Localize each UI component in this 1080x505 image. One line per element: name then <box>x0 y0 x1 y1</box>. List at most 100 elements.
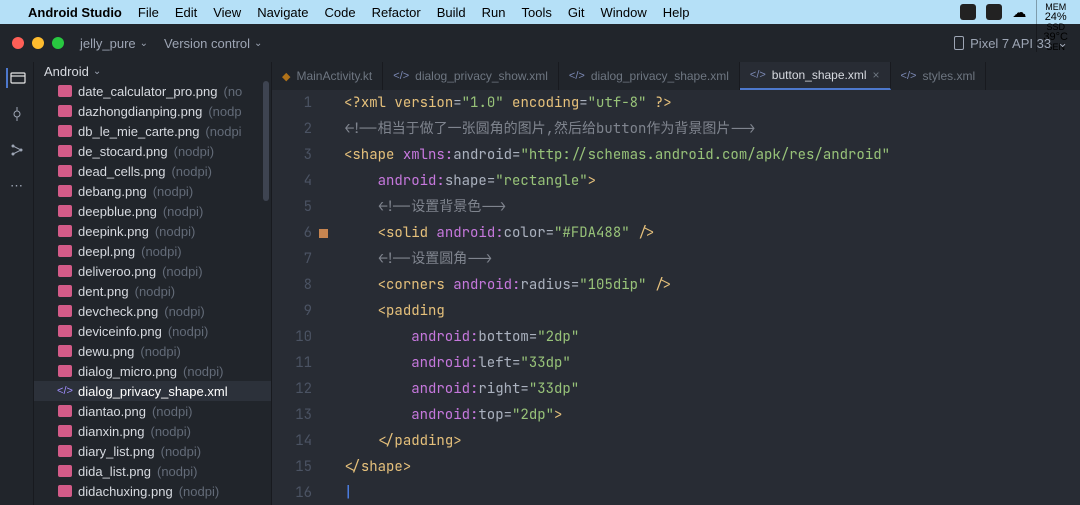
code-content[interactable]: <?xml version="1.0" encoding="utf-8" ?><… <box>344 90 1080 505</box>
commit-tool-button[interactable] <box>7 104 27 124</box>
app-name[interactable]: Android Studio <box>28 5 122 20</box>
file-tree[interactable]: date_calculator_pro.png (nodazhongdianpi… <box>34 81 271 505</box>
scrollbar[interactable] <box>263 81 269 201</box>
code-line[interactable]: <!--相当于做了一张圆角的图片,然后给button作为背景图片--> <box>344 116 1080 142</box>
code-line[interactable]: <shape xmlns:android="http://schemas.and… <box>344 142 1080 168</box>
file-row[interactable]: dent.png (nodpi) <box>34 281 271 301</box>
file-row[interactable]: dead_cells.png (nodpi) <box>34 161 271 181</box>
file-row[interactable]: didachuxing.png (nodpi) <box>34 481 271 501</box>
file-row[interactable]: deepl.png (nodpi) <box>34 241 271 261</box>
code-line[interactable]: <corners android:radius="105dip" /> <box>344 272 1080 298</box>
project-scope-dropdown[interactable]: Android ⌄ <box>34 62 271 81</box>
tray-icon[interactable] <box>960 4 976 20</box>
file-row[interactable]: dida_list.png (nodpi) <box>34 461 271 481</box>
macos-menu-item[interactable]: Run <box>482 5 506 20</box>
project-tool-button[interactable] <box>6 68 26 88</box>
code-line[interactable]: <!--设置圆角--> <box>344 246 1080 272</box>
macos-menu-item[interactable]: Navigate <box>257 5 308 20</box>
macos-menu-item[interactable]: Build <box>437 5 466 20</box>
macos-menu-item[interactable]: Window <box>600 5 646 20</box>
chevron-down-icon: ⌄ <box>1057 35 1068 51</box>
macos-menu-item[interactable]: Edit <box>175 5 197 20</box>
macos-menu-item[interactable]: Code <box>325 5 356 20</box>
code-line[interactable]: <padding <box>344 298 1080 324</box>
file-name: didachuxing.png <box>78 484 173 499</box>
macos-menu-item[interactable]: Git <box>568 5 585 20</box>
macos-menu-item[interactable]: File <box>138 5 159 20</box>
code-line[interactable]: </shape> <box>344 454 1080 480</box>
close-icon[interactable] <box>12 37 24 49</box>
tab-label: MainActivity.kt <box>296 69 372 83</box>
structure-tool-button[interactable] <box>7 140 27 160</box>
macos-menu-item[interactable]: View <box>213 5 241 20</box>
tray-icon[interactable] <box>986 4 1002 20</box>
editor-tab[interactable]: </>button_shape.xml× <box>740 62 891 90</box>
file-row[interactable]: date_calculator_pro.png (no <box>34 81 271 101</box>
macos-menu-item[interactable]: Refactor <box>372 5 421 20</box>
file-row[interactable]: deliveroo.png (nodpi) <box>34 261 271 281</box>
file-name: diary_list.png <box>78 444 155 459</box>
more-tool-button[interactable]: ⋯ <box>7 176 27 196</box>
file-row[interactable]: dewu.png (nodpi) <box>34 341 271 361</box>
editor-tab[interactable]: </>styles.xml <box>891 62 987 90</box>
file-qualifier: (nodpi) <box>141 244 181 259</box>
file-row[interactable]: </>dialog_privacy_shape.xml <box>34 381 271 401</box>
file-qualifier: (nodpi <box>205 124 241 139</box>
file-qualifier: (nodpi) <box>183 364 223 379</box>
editor-tab[interactable]: </>dialog_privacy_shape.xml <box>559 62 740 90</box>
editor-tab[interactable]: </>dialog_privacy_show.xml <box>383 62 559 90</box>
project-dropdown[interactable]: jelly_pure ⌄ <box>80 36 148 51</box>
editor-tab[interactable]: ◆MainActivity.kt <box>272 62 383 90</box>
file-qualifier: (nodpi) <box>151 424 191 439</box>
line-number: 5 <box>272 194 312 220</box>
file-qualifier: (nodpi) <box>162 264 202 279</box>
code-line[interactable]: <solid android:color="#FDA488" /> <box>344 220 1080 246</box>
macos-menu-item[interactable]: Tools <box>522 5 552 20</box>
chevron-down-icon: ⌄ <box>140 38 148 49</box>
image-icon <box>58 445 72 457</box>
macos-menu-item[interactable]: Help <box>663 5 690 20</box>
vcs-dropdown[interactable]: Version control ⌄ <box>164 36 262 51</box>
code-line[interactable]: android:left="33dp" <box>344 350 1080 376</box>
tab-label: button_shape.xml <box>772 68 867 82</box>
device-selector[interactable]: Pixel 7 API 33 ⌄ <box>954 35 1068 51</box>
code-line[interactable]: android:bottom="2dp" <box>344 324 1080 350</box>
code-line[interactable]: android:shape="rectangle"> <box>344 168 1080 194</box>
file-row[interactable]: diantao.png (nodpi) <box>34 401 271 421</box>
ide-titlebar: jelly_pure ⌄ Version control ⌄ Pixel 7 A… <box>0 24 1080 62</box>
image-icon <box>58 225 72 237</box>
file-row[interactable]: dialog_micro.png (nodpi) <box>34 361 271 381</box>
code-line[interactable]: android:top="2dp"> <box>344 402 1080 428</box>
file-row[interactable]: deviceinfo.png (nodpi) <box>34 321 271 341</box>
line-number: 8 <box>272 272 312 298</box>
file-row[interactable]: diary_list.png (nodpi) <box>34 441 271 461</box>
device-name: Pixel 7 API 33 <box>970 36 1051 51</box>
maximize-icon[interactable] <box>52 37 64 49</box>
file-row[interactable]: dianxin.png (nodpi) <box>34 421 271 441</box>
line-number: 13 <box>272 402 312 428</box>
image-icon <box>58 245 72 257</box>
file-row[interactable]: dazhongdianping.png (nodp <box>34 101 271 121</box>
gutter-mark-icon[interactable] <box>319 229 328 238</box>
code-editor[interactable]: 12345678910111213141516 <?xml version="1… <box>272 90 1080 505</box>
code-line[interactable]: </padding> <box>344 428 1080 454</box>
file-row[interactable]: de_stocard.png (nodpi) <box>34 141 271 161</box>
code-line[interactable]: android:right="33dp" <box>344 376 1080 402</box>
ellipsis-icon: ⋯ <box>10 178 23 194</box>
file-name: db_le_mie_carte.png <box>78 124 199 139</box>
file-name: deliveroo.png <box>78 264 156 279</box>
code-line[interactable]: | <box>344 480 1080 505</box>
tray-icon[interactable]: ☁ <box>1012 4 1026 21</box>
vcs-label: Version control <box>164 36 250 51</box>
file-row[interactable]: deepink.png (nodpi) <box>34 221 271 241</box>
code-line[interactable]: <!--设置背景色--> <box>344 194 1080 220</box>
minimize-icon[interactable] <box>32 37 44 49</box>
line-number: 16 <box>272 480 312 505</box>
file-qualifier: (nodpi) <box>155 224 195 239</box>
file-row[interactable]: debang.png (nodpi) <box>34 181 271 201</box>
file-row[interactable]: deepblue.png (nodpi) <box>34 201 271 221</box>
file-row[interactable]: db_le_mie_carte.png (nodpi <box>34 121 271 141</box>
file-row[interactable]: devcheck.png (nodpi) <box>34 301 271 321</box>
close-icon[interactable]: × <box>873 68 880 82</box>
code-line[interactable]: <?xml version="1.0" encoding="utf-8" ?> <box>344 90 1080 116</box>
